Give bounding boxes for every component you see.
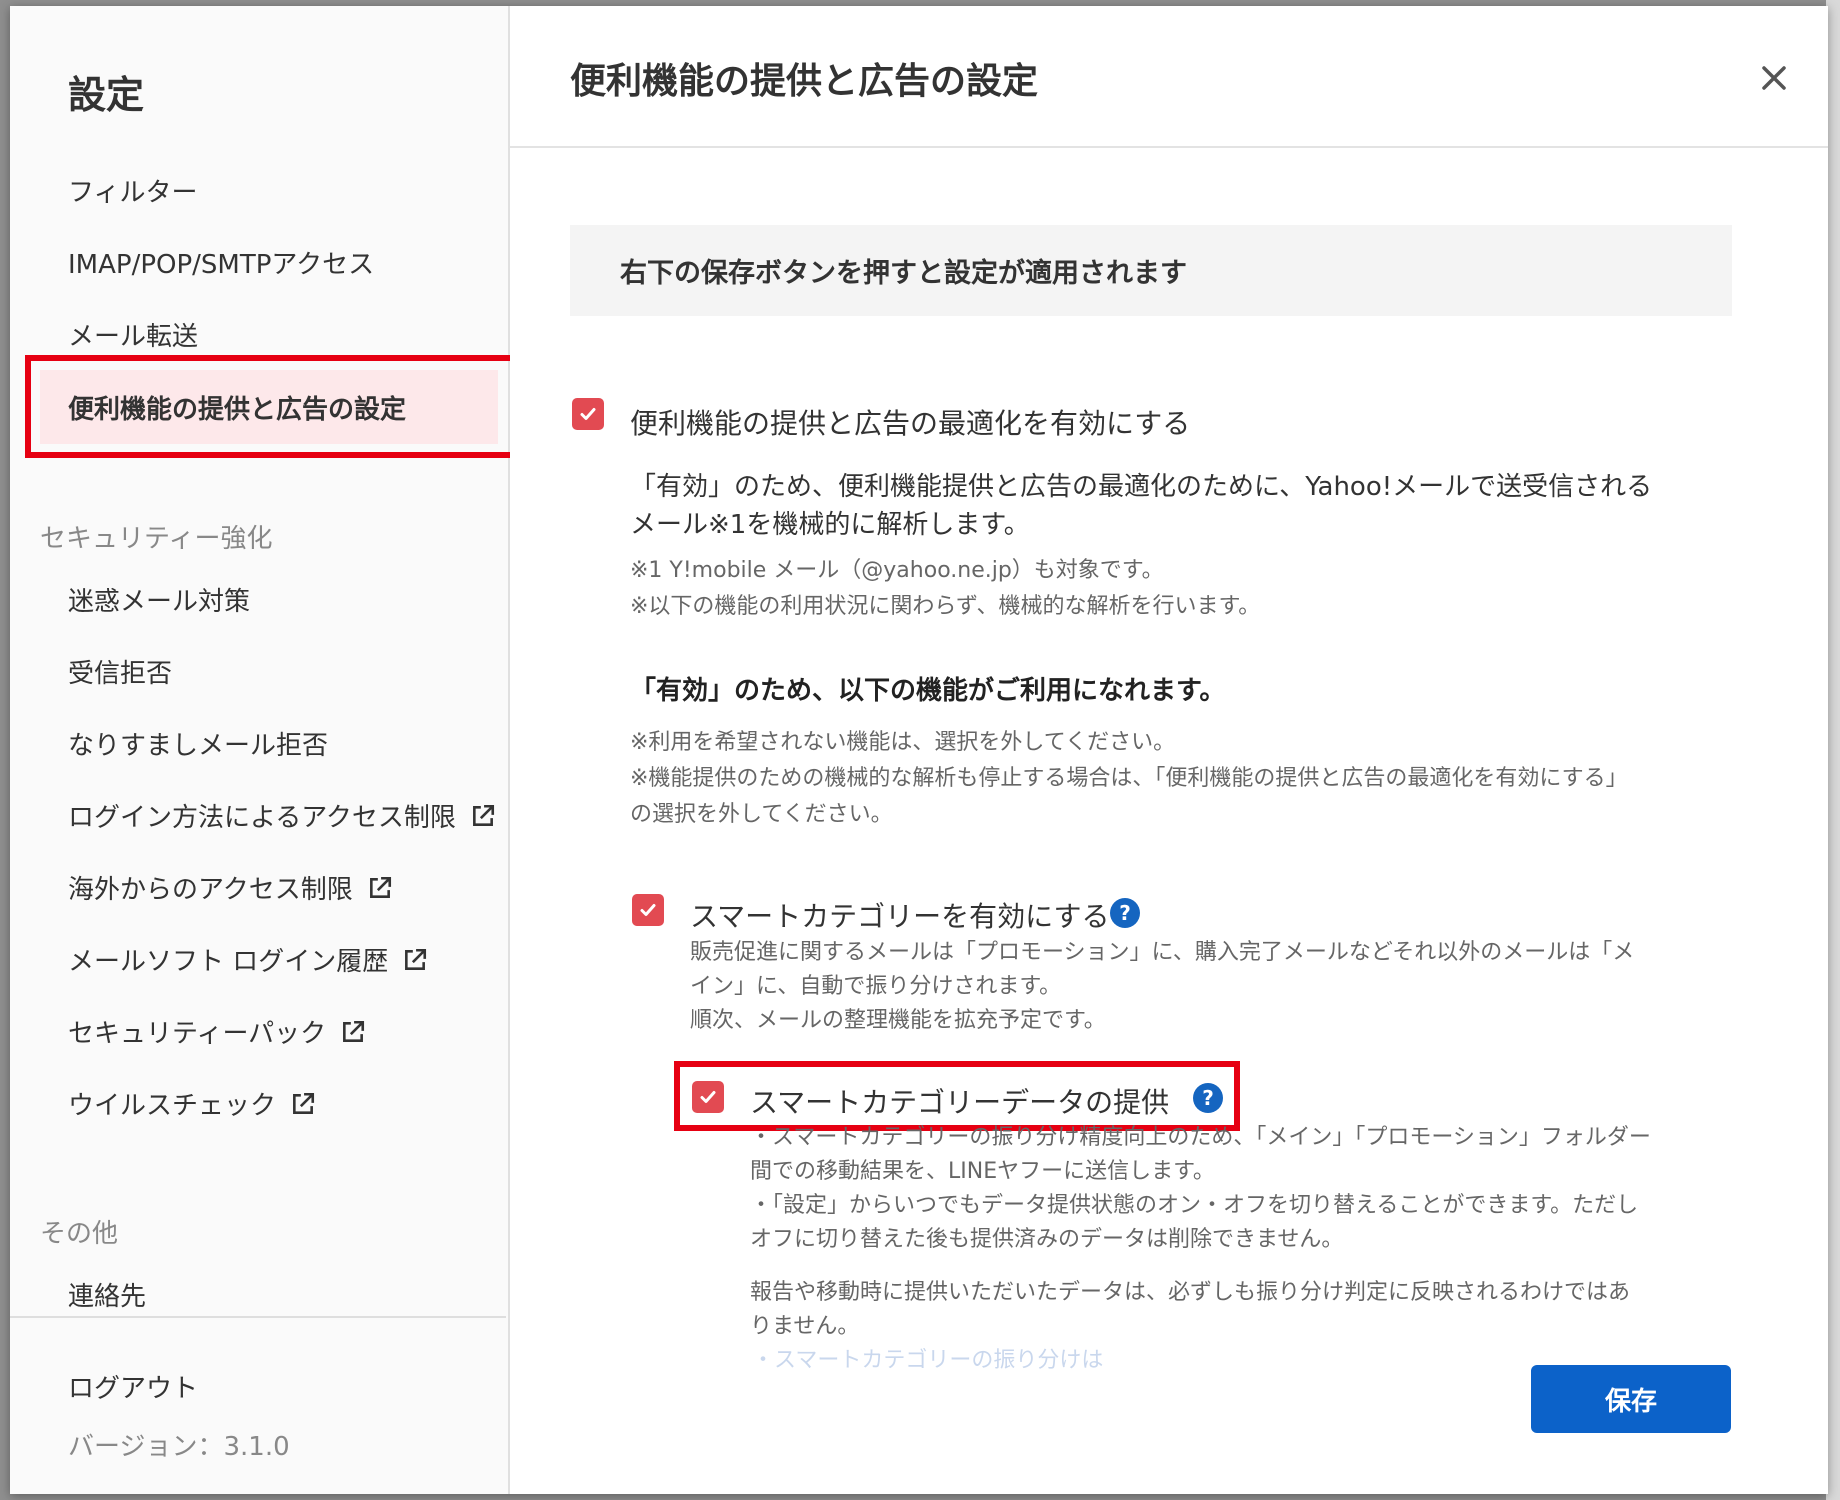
smart-category-data-desc-2: 間での移動結果を、LINEヤフーに送信します。 [750,1159,1215,1184]
sidebar-title: 設定 [68,73,145,117]
sidebar-item-label: メール転送 [68,322,199,352]
settings-dialog: 設定 フィルター IMAP/POP/SMTPアクセス メール転送 便利機能の提供… [10,6,1828,1494]
sidebar-item-label: IMAP/POP/SMTPアクセス [68,250,375,280]
features-heading: 「有効」のため、以下の機能がご利用になれます。 [630,676,1226,706]
sidebar-item-label: ウイルスチェック [68,1091,277,1121]
checkmark-icon [700,1091,716,1103]
version-text: バージョン：3.1.0 [68,1432,290,1462]
sidebar-item-label: 受信拒否 [68,659,173,689]
sidebar-item-mail-software-login-history[interactable]: メールソフト ログイン履歴 [68,941,428,978]
background-edge [1826,0,1840,1500]
sidebar-item-virus-check[interactable]: ウイルスチェック [68,1085,316,1122]
settings-sidebar: 設定 フィルター IMAP/POP/SMTPアクセス メール転送 便利機能の提供… [10,6,517,1494]
sidebar-item-label: ログイン方法によるアクセス制限 [68,803,456,833]
sidebar-item-imap-pop-smtp[interactable]: IMAP/POP/SMTPアクセス [68,244,374,281]
smart-category-desc-1: 販売促進に関するメールは「プロモーション」に、購入完了メールなどそれ以外のメール… [690,940,1635,965]
optimize-note-2: ※以下の機能の利用状況に関わらず、機械的な解析を行います。 [630,594,1261,619]
smart-category-data-desc-6: りません。 [750,1314,860,1339]
smart-category-desc-3: 順次、メールの整理機能を拡充予定です。 [690,1008,1106,1033]
notice-banner: 右下の保存ボタンを押すと設定が適用されます [570,225,1732,316]
external-link-icon [402,947,428,973]
help-icon[interactable]: ? [1193,1083,1223,1113]
help-icon[interactable]: ? [1110,898,1140,928]
features-note-3: の選択を外してください。 [630,802,893,827]
optimize-desc-line1: 「有効」のため、便利機能提供と広告の最適化のために、Yahoo!メールで送受信さ… [630,472,1653,502]
smart-category-data-label: スマートカテゴリーデータの提供 [750,1086,1170,1119]
sidebar-item-label: 迷惑メール対策 [68,587,251,617]
faded-link-text[interactable]: ・スマートカテゴリーの振り分けは [752,1342,1103,1374]
smart-category-checkbox[interactable] [632,894,664,926]
smart-category-desc-2: イン」に、自動で振り分けされます。 [690,974,1062,999]
sidebar-item-spoofing[interactable]: なりすましメール拒否 [68,725,328,762]
logout-link[interactable]: ログアウト [68,1368,198,1405]
smart-category-data-checkbox[interactable] [692,1081,724,1113]
sidebar-divider [10,1316,506,1318]
features-note-1: ※利用を希望されない機能は、選択を外してください。 [630,730,1176,755]
sidebar-item-label: 便利機能の提供と広告の設定 [68,394,407,425]
sidebar-item-mail-forwarding[interactable]: メール転送 [68,316,198,353]
save-button[interactable]: 保存 [1531,1365,1731,1433]
smart-category-data-desc-3: ・「設定」からいつでもデータ提供状態のオン・オフを切り替えることができます。ただ… [750,1193,1639,1218]
logout-label: ログアウト [68,1374,199,1404]
sidebar-item-login-restriction[interactable]: ログイン方法によるアクセス制限 [68,797,496,834]
external-link-icon [340,1019,366,1045]
smart-category-data-desc-1: ・スマートカテゴリーの振り分け精度向上のため、「メイン」「プロモーション」フォル… [750,1125,1651,1150]
smart-category-data-desc-4: オフに切り替えた後も提供済みのデータは削除できません。 [750,1227,1344,1252]
sidebar-item-spam[interactable]: 迷惑メール対策 [68,581,250,618]
optimize-note-1: ※1 Y!mobile メール（@yahoo.ne.jp）も対象です。 [630,558,1164,583]
save-button-label: 保存 [1604,1386,1657,1417]
close-icon [1762,66,1786,90]
close-button[interactable] [1754,58,1794,98]
sidebar-item-label: 海外からのアクセス制限 [68,875,353,905]
external-link-icon [470,803,496,829]
optimize-checkbox[interactable] [572,398,604,430]
sidebar-item-label: なりすましメール拒否 [68,731,329,761]
section-title-security: セキュリティー強化 [40,524,273,554]
checkmark-icon [580,408,596,420]
sidebar-item-label: メールソフト ログイン履歴 [68,947,389,977]
sidebar-item-label: セキュリティーパック [68,1019,327,1049]
settings-main-panel: 便利機能の提供と広告の設定 右下の保存ボタンを押すと設定が適用されます 便利機能… [510,6,1828,1494]
external-link-icon [367,875,393,901]
page-title: 便利機能の提供と広告の設定 [570,61,1039,102]
smart-category-data-desc-5: 報告や移動時に提供いただいたデータは、必ずしも振り分け判定に反映されるわけではあ [750,1280,1631,1305]
optimize-label: 便利機能の提供と広告の最適化を有効にする [630,407,1191,440]
notice-text: 右下の保存ボタンを押すと設定が適用されます [620,258,1187,289]
sidebar-item-label: 連絡先 [68,1282,147,1312]
sidebar-item-filter[interactable]: フィルター [68,172,197,209]
checkmark-icon [640,904,656,916]
sidebar-item-label: フィルター [68,178,198,208]
sidebar-item-block-receive[interactable]: 受信拒否 [68,653,172,690]
sidebar-item-overseas-access[interactable]: 海外からのアクセス制限 [68,869,393,906]
sidebar-item-convenience-ad-settings[interactable]: 便利機能の提供と広告の設定 [40,370,498,444]
smart-category-label: スマートカテゴリーを有効にする [690,900,1110,933]
dialog-header: 便利機能の提供と広告の設定 [510,6,1828,148]
optimize-desc-line2: メール※1を機械的に解析します。 [630,510,1030,540]
external-link-icon [290,1091,316,1117]
sidebar-item-contacts[interactable]: 連絡先 [68,1276,146,1313]
section-title-other: その他 [40,1219,119,1249]
features-note-2: ※機能提供のための機械的な解析も停止する場合は、「便利機能の提供と広告の最適化を… [630,766,1628,791]
sidebar-item-security-pack[interactable]: セキュリティーパック [68,1013,366,1050]
